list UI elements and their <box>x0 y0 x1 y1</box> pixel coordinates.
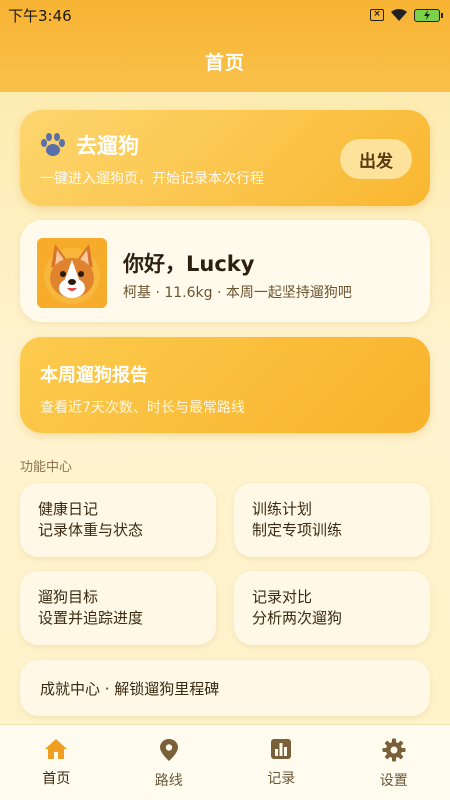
paw-icon <box>41 133 65 156</box>
page-title: 首页 <box>204 52 245 74</box>
walk-goal-card[interactable]: 遛狗目标 设置并追踪进度 <box>20 571 216 645</box>
gear-icon <box>382 738 406 762</box>
wifi-icon <box>391 8 407 21</box>
record-compare-title: 记录对比 <box>252 588 313 606</box>
function-center-label: 功能中心 <box>20 460 73 475</box>
health-diary-desc: 记录体重与状态 <box>38 521 144 539</box>
tab-route[interactable]: 路线 <box>113 725 226 800</box>
training-plan-card[interactable]: 训练计划 制定专项训练 <box>234 483 430 557</box>
weekly-report-card[interactable]: 本周遛狗报告 查看近7天次数、时长与最常路线 <box>20 337 430 433</box>
no-sim-icon: × <box>370 9 384 21</box>
health-diary-card[interactable]: 健康日记 记录体重与状态 <box>20 483 216 557</box>
training-plan-desc: 制定专项训练 <box>252 521 343 539</box>
bottom-tab-bar: 首页 路线 记录 设置 <box>0 724 450 800</box>
home-icon <box>45 739 68 759</box>
tab-home-label: 首页 <box>42 771 71 787</box>
walk-goal-desc: 设置并追踪进度 <box>38 609 144 627</box>
go-walk-label: 去遛狗 <box>76 134 139 158</box>
go-walk-subtitle: 一键进入遛狗页，开始记录本次行程 <box>40 171 264 187</box>
status-bar: 下午3:46 × <box>0 0 450 30</box>
tab-records-label: 记录 <box>267 771 296 787</box>
weekly-report-title: 本周遛狗报告 <box>40 365 148 386</box>
go-walk-card[interactable]: 去遛狗 一键进入遛狗页，开始记录本次行程 出发 <box>20 110 430 206</box>
corgi-avatar <box>37 238 107 308</box>
health-diary-title: 健康日记 <box>38 500 99 518</box>
tab-records[interactable]: 记录 <box>225 725 338 800</box>
tab-settings-label: 设置 <box>379 773 408 789</box>
greeting-text: 你好，Lucky <box>123 252 255 276</box>
training-plan-title: 训练计划 <box>252 500 313 518</box>
record-compare-card[interactable]: 记录对比 分析两次遛狗 <box>234 571 430 645</box>
go-walk-title: 去遛狗 <box>38 130 139 160</box>
status-icons: × <box>370 8 443 22</box>
location-pin-icon <box>159 739 178 761</box>
walk-goal-title: 遛狗目标 <box>38 588 99 606</box>
bar-chart-icon <box>271 739 292 759</box>
dog-info-text: 柯基 · 11.6kg · 本周一起坚持遛狗吧 <box>123 285 352 301</box>
tab-route-label: 路线 <box>154 773 183 789</box>
tab-settings[interactable]: 设置 <box>338 725 450 800</box>
status-time: 下午3:46 <box>8 6 72 25</box>
weekly-report-subtitle: 查看近7天次数、时长与最常路线 <box>40 400 245 416</box>
record-compare-desc: 分析两次遛狗 <box>252 609 343 627</box>
dog-profile-card[interactable]: 你好，Lucky 柯基 · 11.6kg · 本周一起坚持遛狗吧 <box>20 220 430 322</box>
tab-home[interactable]: 首页 <box>0 725 113 800</box>
achievement-center-card[interactable]: 成就中心 · 解锁遛狗里程碑 <box>20 660 430 716</box>
battery-icon <box>414 8 443 22</box>
start-walk-button[interactable]: 出发 <box>340 139 412 179</box>
